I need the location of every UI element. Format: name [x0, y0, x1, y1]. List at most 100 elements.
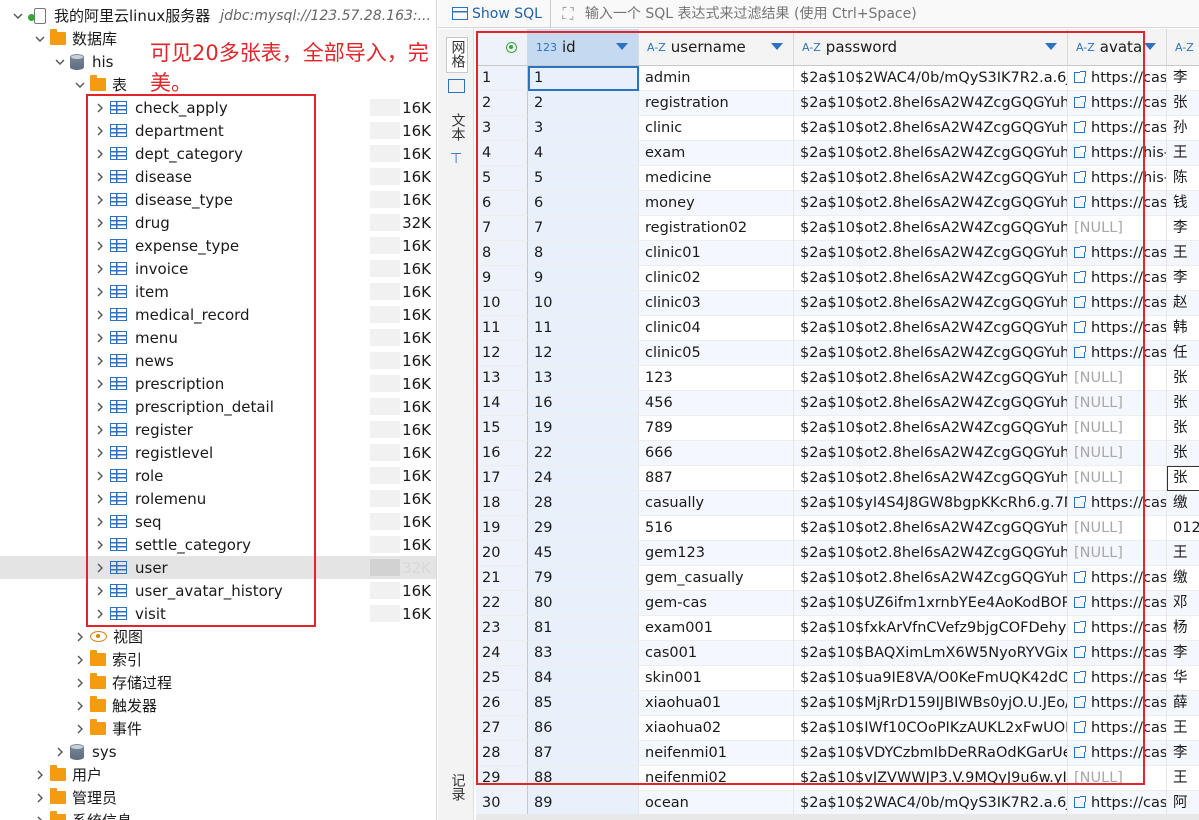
cell-id[interactable]: 8 — [528, 241, 639, 266]
table-item[interactable]: medical_record 16K — [0, 303, 436, 326]
cell-username[interactable]: clinic02 — [639, 266, 794, 291]
cell-username[interactable]: clinic — [639, 116, 794, 141]
cell-username[interactable]: skin001 — [639, 666, 794, 691]
cell-username[interactable]: clinic05 — [639, 341, 794, 366]
cell-avatar[interactable]: [NULL] — [1068, 441, 1167, 466]
sort-arrow-icon[interactable] — [1045, 43, 1057, 50]
cell-password[interactable]: $2a$10$ot2.8hel6sA2W4ZcgGQGYuhHul — [794, 566, 1068, 591]
cell-avatar[interactable]: [NULL] — [1068, 516, 1167, 541]
table-item[interactable]: user_avatar_history 16K — [0, 579, 436, 602]
table-row[interactable]: 15 19 789 $2a$10$ot2.8hel6sA2W4ZcgGQGYuhHul… — [476, 416, 1199, 441]
schema-folder-item[interactable]: 存储过程 — [0, 671, 436, 694]
cell-realname[interactable]: 邓 — [1167, 591, 1199, 616]
external-link-icon[interactable] — [1074, 646, 1086, 658]
cell-password[interactable]: $2a$10$ot2.8hel6sA2W4ZcgGQGYuhHul — [794, 166, 1068, 191]
chevron-down-icon[interactable] — [12, 10, 24, 22]
table-row[interactable]: 6 6 money $2a$10$ot2.8hel6sA2W4ZcgGQGYuhHul… — [476, 191, 1199, 216]
cell-password[interactable]: $2a$10$IWf10COoPIKzAUKL2xFwUOLD8 — [794, 716, 1068, 741]
cell-username[interactable]: admin — [639, 66, 794, 91]
cell-avatar[interactable]: [NULL] — [1068, 216, 1167, 241]
cell-id[interactable]: 13 — [528, 366, 639, 391]
cell-password[interactable]: $2a$10$ot2.8hel6sA2W4ZcgGQGYuhHul — [794, 241, 1068, 266]
grid-view-icon[interactable] — [448, 79, 465, 93]
cell-id[interactable]: 84 — [528, 666, 639, 691]
cell-password[interactable]: $2a$10$ot2.8hel6sA2W4ZcgGQGYuhHul — [794, 266, 1068, 291]
tree-sysinfo[interactable]: 系统信息 — [0, 809, 436, 820]
table-row[interactable]: 30 89 ocean $2a$10$2WAC4/0b/mQyS3IK7R2.a.6J… — [476, 791, 1199, 816]
table-row[interactable]: 27 86 xiaohua02 $2a$10$IWf10COoPIKzAUKL2xFw… — [476, 716, 1199, 741]
cell-realname[interactable]: 韩 — [1167, 316, 1199, 341]
row-number[interactable]: 1 — [476, 66, 528, 91]
cell-password[interactable]: $2a$10$ot2.8hel6sA2W4ZcgGQGYuhHul — [794, 341, 1068, 366]
cell-realname[interactable]: 王 — [1167, 241, 1199, 266]
table-item[interactable]: prescription_detail 16K — [0, 395, 436, 418]
chevron-right-icon[interactable] — [34, 815, 46, 820]
tree-users[interactable]: 用户 — [0, 763, 436, 786]
row-number[interactable]: 25 — [476, 666, 528, 691]
table-item[interactable]: expense_type 16K — [0, 234, 436, 257]
table-item[interactable]: drug 32K — [0, 211, 436, 234]
chevron-right-icon[interactable] — [94, 217, 106, 229]
cell-username[interactable]: 123 — [639, 366, 794, 391]
cell-realname[interactable]: 钱 — [1167, 191, 1199, 216]
cell-realname[interactable]: 缴 — [1167, 491, 1199, 516]
table-item[interactable]: rolemenu 16K — [0, 487, 436, 510]
table-item[interactable]: user 32K — [0, 556, 436, 579]
row-number[interactable]: 22 — [476, 591, 528, 616]
table-item[interactable]: check_apply 16K — [0, 96, 436, 119]
chevron-right-icon[interactable] — [94, 102, 106, 114]
chevron-right-icon[interactable] — [94, 378, 106, 390]
table-row[interactable]: 24 83 cas001 $2a$10$BAQXimLmX6W5NyoRYVGixuO… — [476, 641, 1199, 666]
cell-id[interactable]: 88 — [528, 766, 639, 791]
sort-arrow-icon[interactable] — [771, 43, 783, 50]
external-link-icon[interactable] — [1074, 671, 1086, 683]
cell-password[interactable]: $2a$10$ot2.8hel6sA2W4ZcgGQGYuhHul — [794, 416, 1068, 441]
cell-realname[interactable]: 王 — [1167, 766, 1199, 791]
cell-id[interactable]: 5 — [528, 166, 639, 191]
row-number[interactable]: 9 — [476, 266, 528, 291]
cell-realname[interactable]: 华 — [1167, 666, 1199, 691]
cell-avatar[interactable]: [NULL] — [1068, 366, 1167, 391]
tab-grid[interactable]: 网格 — [446, 37, 468, 73]
cell-username[interactable]: ocean — [639, 791, 794, 816]
table-row[interactable]: 7 7 registration02 $2a$10$ot2.8hel6sA2W4Zcg… — [476, 216, 1199, 241]
table-row[interactable]: 5 5 medicine $2a$10$ot2.8hel6sA2W4ZcgGQGYuh… — [476, 166, 1199, 191]
row-number[interactable]: 21 — [476, 566, 528, 591]
cell-username[interactable]: xiaohua01 — [639, 691, 794, 716]
row-number[interactable]: 2 — [476, 91, 528, 116]
chevron-right-icon[interactable] — [94, 608, 106, 620]
row-number[interactable]: 7 — [476, 216, 528, 241]
external-link-icon[interactable] — [1074, 721, 1086, 733]
cell-id[interactable]: 3 — [528, 116, 639, 141]
cell-username[interactable]: casually — [639, 491, 794, 516]
table-row[interactable]: 28 87 neifenmi01 $2a$10$VDYCzbmIbDeRRaOdKGa… — [476, 741, 1199, 766]
cell-id[interactable]: 6 — [528, 191, 639, 216]
tab-text[interactable]: 文本 — [446, 111, 468, 147]
table-item[interactable]: item 16K — [0, 280, 436, 303]
cell-realname[interactable]: 杨 — [1167, 616, 1199, 641]
cell-id[interactable]: 79 — [528, 566, 639, 591]
table-item[interactable]: disease 16K — [0, 165, 436, 188]
chevron-right-icon[interactable] — [94, 447, 106, 459]
table-item[interactable]: prescription 16K — [0, 372, 436, 395]
table-row[interactable]: 16 22 666 $2a$10$ot2.8hel6sA2W4ZcgGQGYuhHul… — [476, 441, 1199, 466]
table-row[interactable]: 21 79 gem_casually $2a$10$ot2.8hel6sA2W4Zcg… — [476, 566, 1199, 591]
table-row[interactable]: 26 85 xiaohua01 $2a$10$MjRrD159IJBIWBs0yjO.… — [476, 691, 1199, 716]
cell-realname[interactable]: 张 — [1167, 441, 1199, 466]
cell-avatar[interactable]: [NULL] — [1068, 391, 1167, 416]
cell-avatar[interactable]: [NULL] — [1068, 541, 1167, 566]
cell-id[interactable]: 89 — [528, 791, 639, 816]
tree-db-sys[interactable]: sys — [0, 740, 436, 763]
table-item[interactable]: settle_category 16K — [0, 533, 436, 556]
table-row[interactable]: 22 80 gem-cas $2a$10$UZ6ifm1xrnbYEe4AoKodBO… — [476, 591, 1199, 616]
table-row[interactable]: 14 16 456 $2a$10$ot2.8hel6sA2W4ZcgGQGYuhHul… — [476, 391, 1199, 416]
chevron-right-icon[interactable] — [94, 424, 106, 436]
external-link-icon[interactable] — [1074, 621, 1086, 633]
chevron-right-icon[interactable] — [94, 194, 106, 206]
chevron-down-icon[interactable] — [34, 33, 46, 45]
chevron-right-icon[interactable] — [94, 562, 106, 574]
row-number[interactable]: 16 — [476, 441, 528, 466]
external-link-icon[interactable] — [1074, 246, 1086, 258]
cell-password[interactable]: $2a$10$ot2.8hel6sA2W4ZcgGQGYuhHul — [794, 366, 1068, 391]
cell-avatar[interactable]: https://casu — [1068, 666, 1167, 691]
